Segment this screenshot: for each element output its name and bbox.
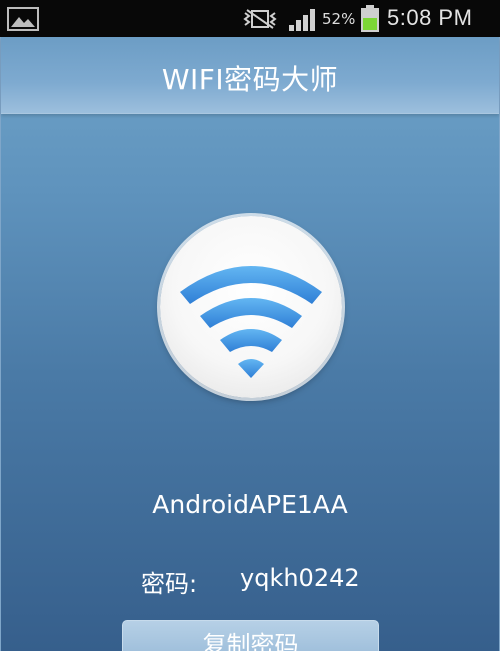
status-bar: 52% 5:08 PM	[0, 0, 500, 37]
app-title: WIFI密码大师	[161, 63, 339, 96]
title-bar: WIFI密码大师	[1, 37, 499, 114]
phone-screen: 52% 5:08 PM WIFI密码大师 AndroidAPE1AA 密码: y…	[0, 0, 500, 651]
image-notification-icon	[7, 7, 39, 35]
signal-bars-icon	[288, 6, 320, 36]
copy-password-button[interactable]: 复制密码	[122, 620, 379, 651]
wifi-icon	[180, 266, 322, 378]
battery-percentage: 52%	[322, 10, 356, 28]
network-ssid: AndroidAPE1AA	[152, 490, 348, 519]
battery-charging-icon	[360, 5, 380, 37]
app-body: WIFI密码大师 AndroidAPE1AA 密码: yqkh0242 复制密码	[0, 37, 500, 651]
vibrate-mute-icon	[243, 8, 277, 34]
wifi-logo	[160, 216, 342, 398]
password-label: 密码:	[141, 570, 198, 598]
password-row: 密码: yqkh0242	[1, 564, 499, 598]
status-clock: 5:08 PM	[387, 5, 473, 30]
password-value: yqkh0242	[240, 564, 360, 592]
